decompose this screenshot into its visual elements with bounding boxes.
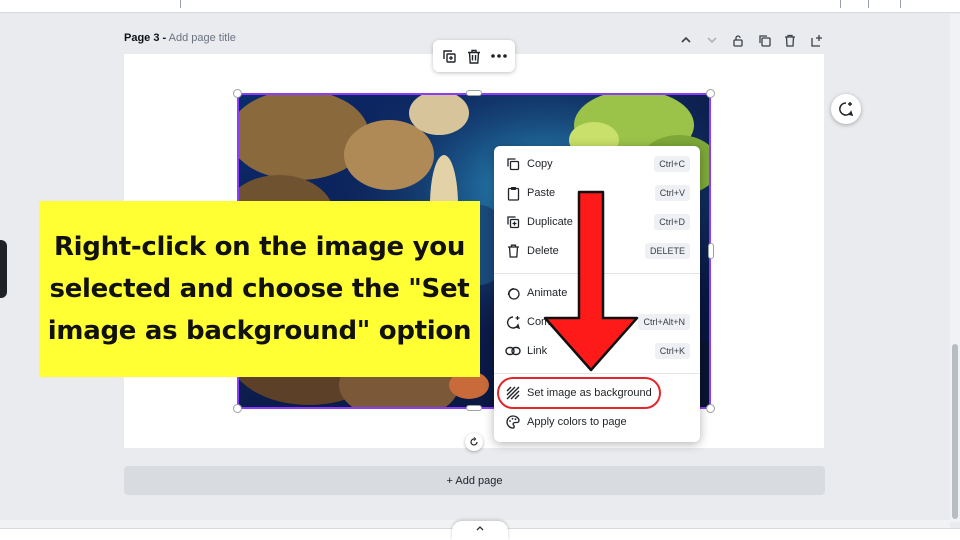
chevron-up-icon[interactable] <box>678 32 694 48</box>
menu-item-copy[interactable]: Copy Ctrl+C <box>494 150 700 178</box>
toolbar-divider <box>180 0 181 8</box>
resize-handle-top[interactable] <box>466 90 482 96</box>
menu-item-apply-colors[interactable]: Apply colors to page <box>494 408 700 436</box>
paste-icon <box>504 184 522 202</box>
menu-item-label: Apply colors to page <box>527 416 627 428</box>
resize-handle-right[interactable] <box>708 243 714 259</box>
toolbar-divider <box>900 0 901 8</box>
duplicate-icon <box>504 213 522 231</box>
down-arrow-icon <box>543 190 639 372</box>
add-page-icon[interactable] <box>808 32 824 48</box>
link-icon <box>504 342 522 360</box>
trash-icon <box>504 242 522 260</box>
callout-text: Right-click on the image you selected an… <box>47 232 472 346</box>
rotate-icon[interactable] <box>465 433 483 451</box>
chevron-down-icon[interactable] <box>704 32 720 48</box>
resize-handle-bottom[interactable] <box>466 405 482 411</box>
vertical-scrollbar[interactable] <box>950 14 960 522</box>
chevron-up-icon <box>476 526 484 531</box>
lock-icon[interactable] <box>730 32 746 48</box>
more-options-button[interactable] <box>489 46 509 66</box>
menu-item-label: Copy <box>527 158 553 170</box>
resize-handle-top-left[interactable] <box>233 89 242 98</box>
shortcut-badge: DELETE <box>644 243 690 259</box>
duplicate-page-icon[interactable] <box>756 32 772 48</box>
shortcut-badge: Ctrl+V <box>654 185 690 201</box>
delete-element-button[interactable] <box>464 46 484 66</box>
toolbar-divider <box>840 0 841 8</box>
instruction-callout: Right-click on the image you selected an… <box>39 201 480 377</box>
resize-handle-bottom-right[interactable] <box>706 404 715 413</box>
comment-add-icon[interactable] <box>831 94 861 124</box>
toolbar-divider <box>868 0 869 8</box>
add-page-button[interactable]: + Add page <box>124 466 825 495</box>
highlight-ring <box>497 377 661 409</box>
palette-icon <box>504 413 522 431</box>
copy-icon <box>504 155 522 173</box>
side-panel-toggle[interactable] <box>0 240 7 298</box>
resize-handle-bottom-left[interactable] <box>233 404 242 413</box>
menu-divider <box>494 373 700 374</box>
delete-page-icon[interactable] <box>782 32 798 48</box>
shortcut-badge: Ctrl+C <box>654 156 690 172</box>
animate-icon <box>504 284 522 302</box>
resize-handle-top-right[interactable] <box>706 89 715 98</box>
page-number: Page 3 - <box>124 32 167 44</box>
element-toolbar <box>433 40 515 72</box>
comment-icon <box>504 313 522 331</box>
shortcut-badge: Ctrl+Alt+N <box>638 314 690 330</box>
shortcut-badge: Ctrl+K <box>654 343 690 359</box>
page-title-input[interactable]: Add page title <box>169 32 236 44</box>
expand-pages-button[interactable] <box>452 521 508 540</box>
scrollbar-thumb[interactable] <box>952 344 958 519</box>
shortcut-badge: Ctrl+D <box>654 214 690 230</box>
top-toolbar <box>0 0 960 13</box>
duplicate-element-button[interactable] <box>439 46 459 66</box>
page-actions <box>678 32 824 48</box>
